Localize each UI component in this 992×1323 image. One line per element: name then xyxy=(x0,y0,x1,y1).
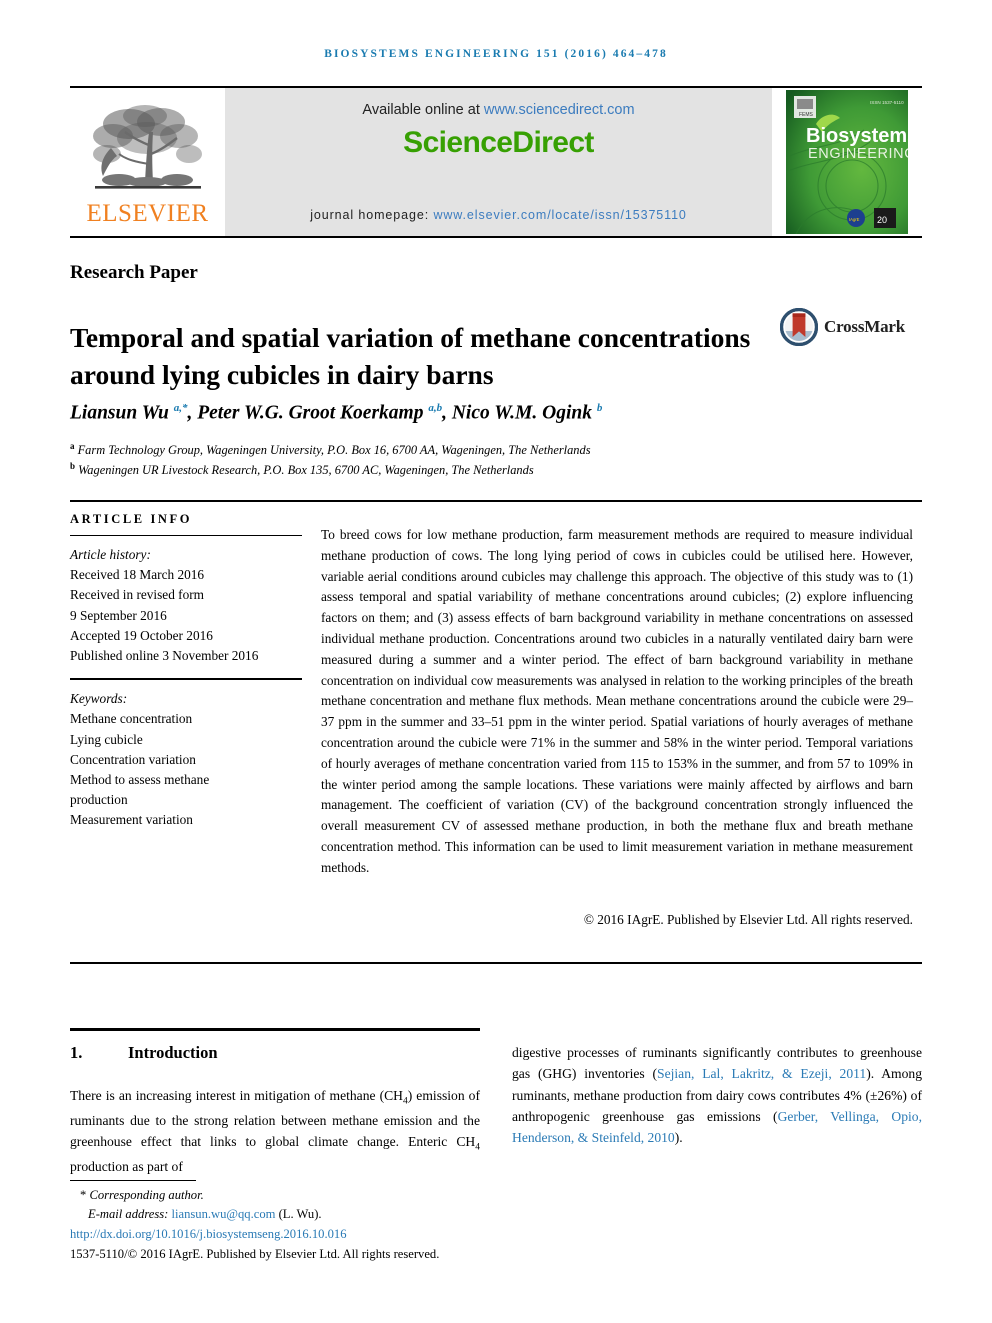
abstract-text: To breed cows for low methane production… xyxy=(321,527,913,875)
corresponding-author-note: * Corresponding author. xyxy=(70,1186,490,1205)
affiliation-a-text: Farm Technology Group, Wageningen Univer… xyxy=(77,443,591,458)
keyword-item: production xyxy=(70,792,128,808)
citation-link-sejian[interactable]: Sejian, Lal, Lakritz, & Ezeji, 2011 xyxy=(657,1066,866,1081)
body-column-right: digestive processes of ruminants signifi… xyxy=(512,1028,922,1163)
affiliation-b-text: Wageningen UR Livestock Research, P.O. B… xyxy=(78,463,534,478)
journal-masthead: ELSEVIER Available online at www.science… xyxy=(70,86,922,238)
keywords-label: Keywords: xyxy=(70,691,128,707)
divider-below-abstract xyxy=(70,962,922,964)
history-item: 9 September 2016 xyxy=(70,607,167,623)
article-info-heading: ARTICLE INFO xyxy=(70,512,193,526)
ch4-subscript: 4 xyxy=(475,1142,480,1153)
divider-above-article-info xyxy=(70,500,922,502)
sciencedirect-banner: Available online at www.sciencedirect.co… xyxy=(225,88,772,236)
sciencedirect-url-link[interactable]: www.sciencedirect.com xyxy=(484,102,635,118)
crossmark-icon xyxy=(780,308,818,346)
running-head: Biosystems Engineering 151 (2016) 464–47… xyxy=(324,48,668,60)
homepage-label: journal homepage: xyxy=(310,208,434,222)
crossmark-badge[interactable]: CrossMark xyxy=(780,306,912,348)
page-title: Temporal and spatial variation of methan… xyxy=(70,322,751,390)
intro-right-text-3: ). xyxy=(674,1130,683,1146)
intro-text-1: There is an increasing interest in mitig… xyxy=(70,1088,403,1103)
email-note: E-mail address: liansun.wu@qq.com (L. Wu… xyxy=(70,1205,490,1224)
history-item: Accepted 19 October 2016 xyxy=(70,627,213,643)
footnote-block: * Corresponding author. E-mail address: … xyxy=(70,1180,490,1264)
keywords-block: Keywords: Methane concentration Lying cu… xyxy=(70,680,302,842)
history-item: Received in revised form xyxy=(70,587,205,603)
history-item: Received 18 March 2016 xyxy=(70,567,205,583)
body-column-left: 1. Introduction There is an increasing in… xyxy=(70,1028,480,1191)
keyword-item: Concentration variation xyxy=(70,751,196,767)
journal-homepage-line: journal homepage: www.elsevier.com/locat… xyxy=(225,208,772,222)
publisher-logo: ELSEVIER xyxy=(70,88,225,236)
affiliation-marker-b: b xyxy=(70,461,76,472)
affiliation-list: a Farm Technology Group, Wageningen Univ… xyxy=(70,440,910,481)
svg-text:Biosystems: Biosystems xyxy=(806,125,908,147)
doi-link[interactable]: http://dx.doi.org/10.1016/j.biosystemsen… xyxy=(70,1227,346,1241)
footnote-divider xyxy=(70,1180,196,1181)
section-title: Introduction xyxy=(128,1043,218,1062)
svg-text:ENGINEERING: ENGINEERING xyxy=(808,146,908,162)
available-online-line: Available online at www.sciencedirect.co… xyxy=(225,102,772,118)
affiliation-a: a Farm Technology Group, Wageningen Univ… xyxy=(70,440,910,460)
journal-cover-image: FEMS ISSN 1537-5110 Biosystems ENGINEERI… xyxy=(786,90,908,234)
divider-above-introduction xyxy=(70,1028,480,1031)
svg-text:IAgrE: IAgrE xyxy=(849,217,860,222)
email-link[interactable]: liansun.wu@qq.com xyxy=(171,1207,275,1221)
introduction-heading: 1. Introduction xyxy=(70,1043,480,1063)
sciencedirect-logo: ScienceDirect xyxy=(403,126,594,159)
author-list: Liansun Wu a,*, Peter W.G. Groot Koerkam… xyxy=(70,402,603,424)
email-label: E-mail address: xyxy=(88,1206,172,1221)
abstract-copyright: © 2016 IAgrE. Published by Elsevier Ltd.… xyxy=(583,912,913,927)
svg-text:20: 20 xyxy=(877,215,887,225)
journal-homepage-link[interactable]: www.elsevier.com/locate/issn/15375110 xyxy=(433,208,686,222)
issn-copyright-line: 1537-5110/© 2016 IAgrE. Published by Els… xyxy=(70,1246,440,1261)
article-info-panel: ARTICLE INFO Article history: Received 1… xyxy=(70,512,302,843)
corresponding-label: Corresponding author. xyxy=(89,1188,204,1202)
keyword-item: Measurement variation xyxy=(70,812,193,828)
article-history-block: Article history: Received 18 March 2016 … xyxy=(70,536,302,678)
keyword-item: Method to assess methane xyxy=(70,772,210,788)
email-suffix: (L. Wu). xyxy=(275,1206,322,1221)
article-type-label: Research Paper xyxy=(70,262,198,283)
svg-text:FEMS: FEMS xyxy=(799,112,814,118)
keyword-item: Methane concentration xyxy=(70,711,193,727)
elsevier-wordmark: ELSEVIER xyxy=(86,200,209,227)
available-prefix: Available online at xyxy=(362,102,484,118)
affiliation-b: b Wageningen UR Livestock Research, P.O.… xyxy=(70,460,910,480)
doi-line: http://dx.doi.org/10.1016/j.biosystemsen… xyxy=(70,1225,490,1244)
section-number: 1. xyxy=(70,1043,83,1062)
affiliation-marker-a: a xyxy=(70,441,75,451)
paper-page: Biosystems Engineering 151 (2016) 464–47… xyxy=(0,0,992,1323)
journal-cover-thumbnail: FEMS ISSN 1537-5110 Biosystems ENGINEERI… xyxy=(772,88,922,236)
introduction-paragraph-left: There is an increasing interest in mitig… xyxy=(70,1085,480,1177)
intro-text-3: production as part of xyxy=(70,1158,183,1174)
elsevier-tree-icon xyxy=(92,105,202,189)
history-item: Published online 3 November 2016 xyxy=(70,648,259,664)
crossmark-label: CrossMark xyxy=(824,317,905,336)
svg-text:ISSN 1537-5110: ISSN 1537-5110 xyxy=(870,100,904,105)
corresponding-star: * xyxy=(80,1188,87,1202)
keyword-item: Lying cubicle xyxy=(70,731,143,747)
article-history-label: Article history: xyxy=(70,547,151,562)
introduction-paragraph-right: digestive processes of ruminants signifi… xyxy=(512,1042,922,1149)
